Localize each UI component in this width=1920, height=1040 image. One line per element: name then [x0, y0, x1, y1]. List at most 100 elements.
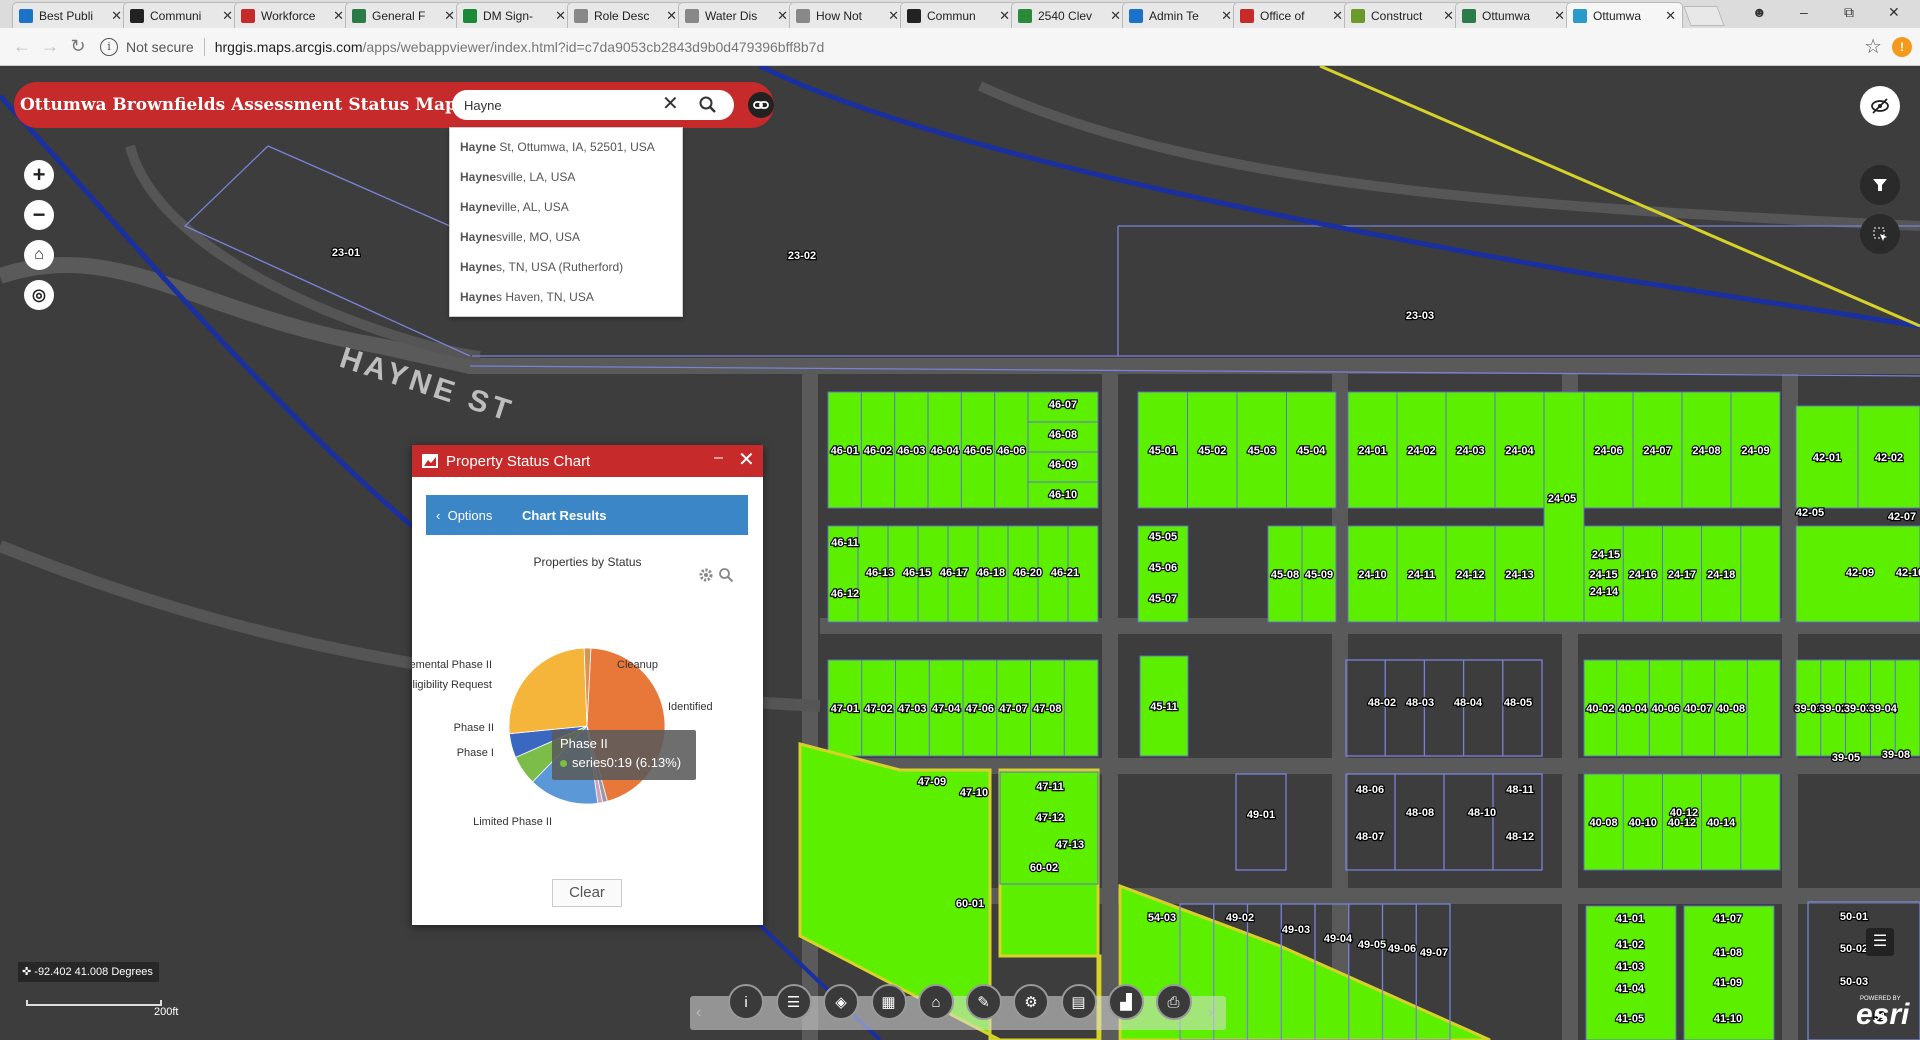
info-icon[interactable]: i	[728, 984, 764, 1020]
toolbar-next-icon[interactable]: ›	[1208, 1004, 1213, 1022]
suggestion-item[interactable]: Haynes Haven, TN, USA	[450, 282, 682, 312]
clear-button[interactable]: Clear	[552, 879, 622, 907]
parcel-label: 42-10	[1896, 567, 1920, 579]
browser-tab[interactable]: Admin Te ✕	[1122, 2, 1239, 28]
browser-tab[interactable]: Workforce ✕	[234, 2, 351, 28]
reload-icon[interactable]: ↻	[64, 33, 92, 61]
browser-tab[interactable]: Ottumwa ✕	[1455, 2, 1572, 28]
browser-tab[interactable]: Construct ✕	[1344, 2, 1461, 28]
parcel-label: 41-03	[1616, 961, 1644, 973]
link-icon[interactable]	[748, 92, 774, 118]
browser-tab[interactable]: Communi ✕	[123, 2, 240, 28]
suggestion-item[interactable]: Haynesville, LA, USA	[450, 162, 682, 192]
info-icon[interactable]: i	[100, 37, 118, 56]
browser-tab[interactable]: Ottumwa ✕	[1566, 2, 1683, 28]
filter-icon[interactable]	[1860, 165, 1900, 205]
draw-icon[interactable]: ✎	[965, 984, 1002, 1020]
parcel-label: 46-02	[864, 445, 892, 457]
suggestion-rest: s Haven, TN, USA	[496, 290, 594, 304]
parcel-label: 40-12	[1670, 807, 1698, 819]
close-tab-icon[interactable]: ✕	[1110, 8, 1121, 24]
browser-tab-label: Best Publi	[39, 8, 94, 23]
close-tab-icon[interactable]: ✕	[555, 8, 566, 24]
back-icon[interactable]: ←	[8, 33, 36, 61]
table-icon[interactable]: ▤	[1060, 984, 1097, 1020]
layers-icon[interactable]: ◈	[823, 984, 859, 1020]
select-icon[interactable]	[1860, 214, 1900, 254]
parcel-label: 46-13	[866, 567, 894, 579]
close-tab-icon[interactable]: ✕	[1665, 8, 1676, 24]
close-tab-icon[interactable]: ✕	[999, 8, 1010, 24]
browser-tab[interactable]: How Not ✕	[789, 2, 906, 28]
close-tab-icon[interactable]: ✕	[666, 8, 677, 24]
suggestion-item[interactable]: Hayneville, AL, USA	[450, 192, 682, 222]
browser-tab[interactable]: 2540 Clev ✕	[1011, 2, 1128, 28]
road	[977, 81, 1920, 231]
magnify-icon[interactable]	[718, 567, 734, 583]
parcel-label: 48-10	[1468, 807, 1496, 819]
bottom-toolbar: ‹ › i ☰ ◈ ▦ ⌂ ✎ ⚙ ▤ ▟ ⎙	[690, 984, 1226, 1030]
query-icon[interactable]: ⌂	[918, 984, 954, 1020]
search-icon[interactable]	[696, 93, 720, 117]
suggestion-item[interactable]: Haynesville, MO, USA	[450, 222, 682, 252]
suggestion-item[interactable]: Hayne St, Ottumwa, IA, 52501, USA	[450, 132, 682, 162]
print-icon[interactable]: ⎙	[1155, 984, 1192, 1020]
forward-icon[interactable]: →	[36, 33, 64, 61]
browser-tab[interactable]: Best Publi ✕	[12, 2, 129, 28]
map-view[interactable]: HAYNE ST 23-01 23-02 23-03 46-01 46-02 46-03 46…	[0, 66, 1920, 1040]
parcel-label: 47-09	[918, 776, 946, 788]
browser-tab[interactable]: DM Sign- ✕	[456, 2, 573, 28]
minimize-window-button[interactable]: –	[1800, 4, 1808, 20]
chart-icon[interactable]: ▟	[1108, 984, 1144, 1020]
legend-icon[interactable]: ☰	[775, 984, 812, 1020]
search-box[interactable]: ✕	[452, 90, 734, 120]
close-window-button[interactable]: ✕	[1888, 4, 1900, 21]
account-icon[interactable]: ☻	[1752, 4, 1767, 20]
home-button[interactable]: ⌂	[24, 240, 54, 270]
browser-tab[interactable]: Role Desc ✕	[567, 2, 684, 28]
browser-tab[interactable]: General F ✕	[345, 2, 462, 28]
close-tab-icon[interactable]: ✕	[1554, 8, 1565, 24]
parcel-line	[183, 145, 471, 357]
parcel-label: 49-02	[1226, 912, 1254, 924]
browser-tab[interactable]: Water Dis ✕	[678, 2, 795, 28]
measure-icon[interactable]: ⚙	[1013, 984, 1049, 1020]
locate-button[interactable]: ◎	[24, 280, 54, 310]
browser-tab[interactable]: Office of ✕	[1233, 2, 1350, 28]
bookmark-star-icon[interactable]: ☆	[1864, 34, 1882, 59]
toolbar-prev-icon[interactable]: ‹	[696, 1004, 701, 1022]
close-tab-icon[interactable]: ✕	[444, 8, 455, 24]
close-tab-icon[interactable]: ✕	[777, 8, 788, 24]
close-tab-icon[interactable]: ✕	[333, 8, 344, 24]
visibility-toggle-icon[interactable]	[1860, 86, 1900, 126]
pie-slice[interactable]	[508, 647, 588, 735]
zoom-out-button[interactable]: −	[24, 200, 54, 230]
crosshair-icon: ✜	[22, 966, 32, 978]
minimize-icon[interactable]: –	[714, 449, 723, 467]
chart-widget-titlebar[interactable]: Property Status Chart	[412, 445, 763, 477]
suggestion-item[interactable]: Haynes, TN, USA (Rutherford)	[450, 252, 682, 282]
tab-options[interactable]: ‹ Options	[426, 508, 522, 523]
new-tab-button[interactable]	[1683, 6, 1725, 26]
parcel-label: 46-04	[931, 445, 960, 457]
zoom-in-button[interactable]: +	[24, 160, 54, 190]
clear-search-icon[interactable]: ✕	[662, 94, 679, 114]
close-tab-icon[interactable]: ✕	[1443, 8, 1454, 24]
close-tab-icon[interactable]: ✕	[888, 8, 899, 24]
close-icon[interactable]: ✕	[738, 447, 755, 472]
close-tab-icon[interactable]: ✕	[1221, 8, 1232, 24]
coordinate-readout[interactable]: ✜ -92.402 41.008 Degrees	[18, 962, 159, 982]
url-field[interactable]: i Not secure hrggis.maps.arcgis.com/apps…	[100, 33, 1856, 61]
close-tab-icon[interactable]: ✕	[222, 8, 233, 24]
basemap-icon[interactable]: ▦	[870, 984, 907, 1020]
close-tab-icon[interactable]: ✕	[1332, 8, 1343, 24]
map-canvas[interactable]: HAYNE ST23-01 23-0223-0346-01 46-02 46-03 46…	[0, 66, 1920, 1040]
browser-tab[interactable]: Commun ✕	[900, 2, 1017, 28]
restore-window-button[interactable]: ⧉	[1844, 4, 1854, 21]
close-tab-icon[interactable]: ✕	[111, 8, 122, 24]
extension-icon[interactable]: !	[1892, 36, 1912, 57]
gear-icon[interactable]	[698, 567, 714, 583]
search-input[interactable]	[464, 97, 664, 113]
attribute-table-icon[interactable]: ☰	[1866, 928, 1894, 956]
tab-chart-results[interactable]: Chart Results	[522, 508, 607, 523]
